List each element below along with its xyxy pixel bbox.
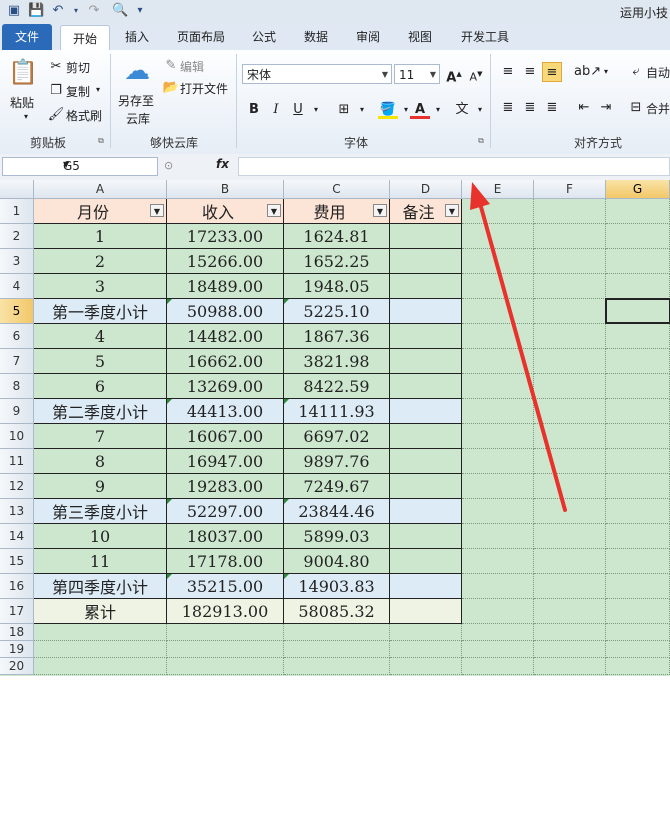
align-middle-icon[interactable]: ≡ xyxy=(520,62,540,82)
phonetic-guide-button[interactable]: 文 xyxy=(452,100,472,120)
font-size-value: 11 xyxy=(399,68,415,82)
font-name-select[interactable]: 宋体 ▼ xyxy=(242,64,392,84)
customize-toolbar-icon[interactable]: ▾ xyxy=(132,3,148,19)
underline-button[interactable]: U xyxy=(288,100,308,120)
align-top-icon[interactable]: ≡ xyxy=(498,62,518,82)
align-left-icon[interactable]: ≣ xyxy=(498,98,518,118)
copy-dropdown-icon[interactable]: ▾ xyxy=(96,85,100,94)
border-dropdown-icon[interactable]: ▾ xyxy=(352,100,372,120)
align-right-icon[interactable]: ≣ xyxy=(542,98,562,118)
tab-formulas[interactable]: 公式 xyxy=(244,24,284,50)
clipboard-launcher-icon[interactable]: ⧉ xyxy=(96,136,106,146)
orientation-icon[interactable]: ab↗ xyxy=(574,62,601,82)
cloud-group-label: 够快云库 xyxy=(150,136,199,150)
tab-data[interactable]: 数据 xyxy=(296,24,336,50)
save-icon[interactable]: 💾 xyxy=(28,3,44,19)
tab-file[interactable]: 文件 xyxy=(2,24,52,50)
fill-color-icon[interactable]: 🪣 xyxy=(378,100,398,119)
bold-button[interactable]: B xyxy=(244,100,264,120)
align-bottom-icon[interactable]: ≡ xyxy=(542,62,562,82)
cut-button[interactable]: 剪切 xyxy=(66,59,90,76)
cloud-library-label: 云库 xyxy=(126,112,151,126)
wrap-text-icon: ⤶ xyxy=(632,64,640,79)
align-center-icon[interactable]: ≣ xyxy=(520,98,540,118)
orientation-dropdown-icon[interactable]: ▾ xyxy=(596,62,616,82)
ribbon-tabs: 文件 开始 插入 页面布局 公式 数据 审阅 视图 开发工具 xyxy=(0,24,670,51)
edit-icon: ✎ xyxy=(165,57,177,73)
font-color-dropdown-icon[interactable]: ▾ xyxy=(428,100,448,120)
border-icon[interactable]: ⊞ xyxy=(334,100,354,120)
font-size-select[interactable]: 11 ▼ xyxy=(394,64,440,84)
edit-button[interactable]: 编辑 xyxy=(180,58,204,75)
scissors-icon: ✂ xyxy=(50,58,62,74)
paste-button[interactable]: 粘贴 xyxy=(10,94,34,111)
tab-view[interactable]: 视图 xyxy=(400,24,440,50)
decrease-indent-icon[interactable]: ⇤ xyxy=(574,98,594,118)
chevron-down-icon[interactable]: ▼ xyxy=(63,160,153,169)
watermark: Baidu经验 jingyan.baidu.com xyxy=(510,780,656,829)
worksheet-grid[interactable]: A B C D E F G 1 月份 ▼ 收入 ▼ 费用 ▼ 备注 ▼ 2 1 17233.00 162… xyxy=(0,180,670,829)
tab-review[interactable]: 审阅 xyxy=(348,24,388,50)
font-name-value: 宋体 xyxy=(247,68,272,82)
chevron-down-icon: ▼ xyxy=(381,70,388,79)
font-launcher-icon[interactable]: ⧉ xyxy=(476,136,486,146)
tab-page-layout[interactable]: 页面布局 xyxy=(168,24,234,50)
undo-dropdown-icon[interactable]: ▾ xyxy=(68,3,84,19)
clipboard-group-label: 剪贴板 xyxy=(30,136,67,150)
italic-button[interactable]: I xyxy=(266,100,286,120)
annotation-arrow xyxy=(470,182,567,512)
chevron-down-icon: ▼ xyxy=(429,70,436,79)
underline-dropdown-icon[interactable]: ▾ xyxy=(306,100,326,120)
undo-icon[interactable]: ↶ xyxy=(50,3,66,19)
tab-developer[interactable]: 开发工具 xyxy=(452,24,518,50)
open-file-button[interactable]: 打开文件 xyxy=(180,80,228,97)
tab-home[interactable]: 开始 xyxy=(60,25,110,51)
insert-function-button[interactable]: fx xyxy=(216,157,229,171)
formula-input[interactable] xyxy=(238,157,670,176)
watermark-text: Baidu经验 xyxy=(510,785,656,818)
cloud-icon: ☁ xyxy=(124,56,150,86)
phonetic-dropdown-icon[interactable]: ▾ xyxy=(470,100,490,120)
excel-logo-icon: ▣ xyxy=(7,3,21,18)
copy-icon: ❐ xyxy=(50,82,62,98)
decrease-font-size-icon[interactable]: A▼ xyxy=(466,64,486,84)
increase-font-size-icon[interactable]: A▲ xyxy=(444,64,464,85)
formula-bar-splitter-icon[interactable]: ⊙ xyxy=(164,159,173,172)
increase-indent-icon[interactable]: ⇥ xyxy=(596,98,616,118)
font-color-button[interactable]: A xyxy=(410,100,430,119)
print-preview-icon[interactable]: 🔍 xyxy=(112,3,128,19)
save-to-button[interactable]: 另存至 xyxy=(118,92,154,109)
copy-button[interactable]: 复制 xyxy=(66,83,90,100)
merge-button[interactable]: 合并 xyxy=(646,100,670,117)
format-painter-button[interactable]: 格式刷 xyxy=(66,107,102,124)
wrap-text-button[interactable]: 自动 xyxy=(646,64,670,81)
paste-dropdown-icon[interactable]: ▾ xyxy=(24,112,28,121)
merge-cells-icon: ⊟ xyxy=(630,100,642,115)
open-file-icon: 📂 xyxy=(162,79,180,95)
name-box[interactable]: G5 ▼ xyxy=(2,157,158,176)
alignment-group-label: 对齐方式 xyxy=(574,136,623,150)
paste-icon[interactable]: 📋 xyxy=(8,56,38,88)
format-painter-icon: 🖌 xyxy=(47,106,65,122)
tab-insert[interactable]: 插入 xyxy=(114,24,160,50)
redo-icon[interactable]: ↷ xyxy=(86,3,102,19)
formula-bar: G5 ▼ ⊙ fx xyxy=(0,154,670,181)
window-title: 运用小技 xyxy=(619,6,668,20)
title-bar: ▣ 💾 ↶ ▾ ↷ 🔍 ▾ 运用小技 xyxy=(0,0,670,25)
font-group-label: 字体 xyxy=(344,136,369,150)
ribbon: 📋 粘贴 ▾ ✂ 剪切 ❐ 复制 ▾ 🖌 格式刷 剪贴板 ⧉ ☁ 另存至 云库 … xyxy=(0,50,670,155)
